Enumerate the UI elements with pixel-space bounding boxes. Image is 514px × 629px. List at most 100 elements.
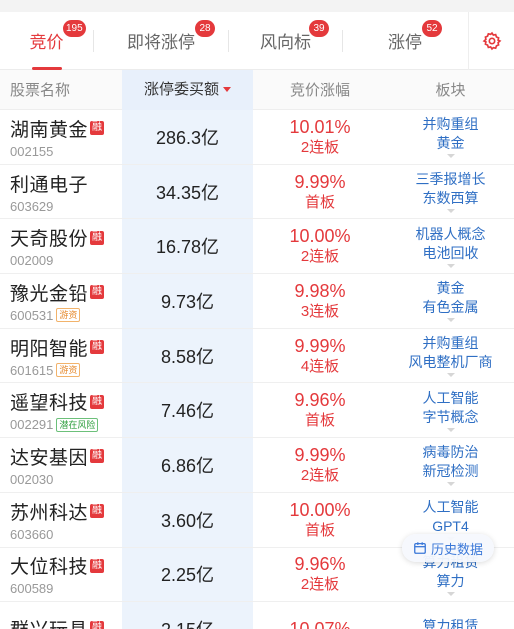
stock-code: 002030 — [10, 471, 54, 487]
change-cell: 10.00% 2连板 — [253, 226, 387, 266]
sector-cell[interactable]: 机器人概念 电池回收 — [387, 225, 514, 268]
sector-primary: 算力租赁 — [422, 618, 479, 629]
sector-cell[interactable]: 算力租赁 — [387, 617, 514, 629]
board-count: 4连板 — [300, 357, 340, 375]
margin-badge: 融 — [90, 230, 105, 245]
change-cell: 9.96% 首板 — [253, 390, 387, 430]
stock-code: 002009 — [10, 253, 54, 269]
board-count: 2连板 — [300, 466, 340, 484]
table-row[interactable]: 遥望科技融 002291 潜在风险 7.46亿 9.96% 首板 人工智能 字节概念 — [0, 383, 514, 439]
settings-button[interactable] — [468, 12, 514, 70]
sector-primary: 人工智能 — [422, 389, 479, 406]
header-sector[interactable]: 板块 — [387, 79, 514, 100]
stock-cell: 湖南黄金融 002155 — [0, 115, 122, 159]
expand-caret-icon — [446, 263, 455, 268]
bid-amount: 3.60亿 — [160, 510, 215, 531]
calendar-icon — [414, 542, 426, 554]
board-count: 2连板 — [300, 576, 340, 594]
table-row[interactable]: 湖南黄金融 002155 286.3亿 10.01% 2连板 并购重组 黄金 — [0, 110, 514, 165]
change-cell: 9.98% 3连板 — [253, 281, 387, 321]
stock-cell: 群兴玩具融 — [0, 615, 122, 629]
stock-name: 湖南黄金 — [10, 119, 89, 141]
change-percent: 9.99% — [294, 171, 346, 192]
history-data-label: 历史数据 — [430, 541, 483, 557]
sector-primary: 三季报增长 — [415, 171, 486, 188]
sector-cell[interactable]: 人工智能 字节概念 — [387, 389, 514, 432]
expand-caret-icon — [446, 482, 455, 487]
expand-caret-icon — [446, 154, 455, 159]
bid-amount: 7.46亿 — [160, 401, 215, 422]
stock-name: 苏州科达 — [10, 502, 89, 524]
stock-code: 002155 — [10, 143, 54, 159]
sector-primary: 病毒防治 — [422, 444, 479, 461]
hot-money-tag: 游资 — [56, 363, 81, 378]
sector-primary: 并购重组 — [422, 335, 479, 352]
bid-amount: 16.78亿 — [155, 237, 220, 258]
change-cell: 9.99% 首板 — [253, 172, 387, 212]
history-data-button[interactable]: 历史数据 — [402, 534, 494, 562]
tab-zhangting[interactable]: 涨停 52 — [343, 12, 467, 70]
sector-cell[interactable]: 黄金 有色金属 — [387, 279, 514, 323]
margin-badge: 融 — [90, 121, 105, 136]
sector-cell[interactable]: 并购重组 风电整机厂商 — [387, 334, 514, 378]
tab-label: 风向标 — [260, 33, 311, 52]
change-percent: 10.00% — [289, 499, 351, 520]
header-amount[interactable]: 涨停委买额 — [122, 69, 253, 110]
sector-primary: 黄金 — [436, 280, 465, 297]
bid-amount: 2.15亿 — [122, 616, 253, 629]
tab-badge: 39 — [309, 19, 329, 37]
gear-icon — [482, 31, 501, 51]
margin-badge: 融 — [90, 621, 105, 629]
margin-badge: 融 — [90, 504, 105, 519]
expand-caret-icon — [446, 209, 455, 214]
sector-cell[interactable]: 并购重组 黄金 — [387, 115, 514, 159]
sector-primary: 机器人概念 — [415, 225, 486, 242]
margin-badge: 融 — [90, 285, 105, 300]
tab-jijiang-zhangting[interactable]: 即将涨停 28 — [94, 12, 228, 70]
tab-jingjia[interactable]: 竞价 195 — [0, 12, 93, 70]
stock-name: 豫光金铅 — [10, 283, 89, 305]
tab-fengxiangbiao[interactable]: 风向标 39 — [229, 12, 342, 70]
header-name[interactable]: 股票名称 — [0, 79, 122, 100]
expand-caret-icon — [446, 427, 455, 432]
table-row[interactable]: 利通电子 603629 34.35亿 9.99% 首板 三季报增长 东数西算 — [0, 165, 514, 220]
table-row[interactable]: 天奇股份融 002009 16.78亿 10.00% 2连板 机器人概念 电池回收 — [0, 219, 514, 275]
bid-amount: 6.86亿 — [160, 455, 215, 476]
board-count: 首板 — [304, 521, 335, 539]
change-cell: 10.01% 2连板 — [253, 117, 387, 157]
sector-cell[interactable]: 病毒防治 新冠检测 — [387, 443, 514, 487]
stock-code: 600589 — [10, 581, 54, 597]
stock-name: 群兴玩具 — [10, 615, 88, 629]
stock-cell: 遥望科技融 002291 潜在风险 — [0, 388, 122, 432]
change-cell: 10.00% 首板 — [253, 500, 387, 540]
margin-badge: 融 — [90, 340, 105, 355]
board-count: 2连板 — [300, 138, 340, 156]
stock-cell: 天奇股份融 002009 — [0, 224, 122, 268]
header-change[interactable]: 竞价涨幅 — [253, 79, 387, 100]
table-row[interactable]: 豫光金铅融 600531 游资 9.73亿 9.98% 3连板 黄金 有色金属 — [0, 274, 514, 329]
stock-cell: 达安基因融 002030 — [0, 443, 122, 487]
table-row[interactable]: 达安基因融 002030 6.86亿 9.99% 2连板 病毒防治 新冠检测 — [0, 438, 514, 493]
sector-primary: 人工智能 — [422, 499, 479, 516]
board-count: 首板 — [304, 412, 335, 430]
margin-badge: 融 — [90, 449, 105, 464]
stock-name: 大位科技 — [10, 557, 89, 579]
table-row[interactable]: 明阳智能融 601615 游资 8.58亿 9.99% 4连板 并购重组 风电整机厂商 — [0, 329, 514, 384]
sector-secondary: 电池回收 — [422, 244, 479, 261]
sort-desc-icon — [223, 87, 231, 93]
top-strip — [0, 0, 514, 12]
table-row[interactable]: 群兴玩具融2.15亿10.07%算力租赁 — [0, 602, 514, 629]
board-count: 2连板 — [300, 248, 340, 266]
sector-cell[interactable]: 三季报增长 东数西算 — [387, 170, 514, 214]
stock-cell: 利通电子 603629 — [0, 170, 122, 214]
expand-caret-icon — [446, 373, 455, 378]
stock-code: 002291 — [10, 417, 54, 433]
stock-code: 600531 — [10, 307, 54, 323]
sector-secondary: 字节概念 — [422, 408, 479, 425]
expand-caret-icon — [446, 591, 455, 596]
bid-amount: 34.35亿 — [155, 182, 220, 203]
change-cell: 10.07% — [253, 619, 387, 629]
bid-amount: 2.25亿 — [160, 565, 215, 586]
stock-name: 天奇股份 — [10, 229, 89, 251]
tab-badge: 52 — [422, 19, 442, 37]
